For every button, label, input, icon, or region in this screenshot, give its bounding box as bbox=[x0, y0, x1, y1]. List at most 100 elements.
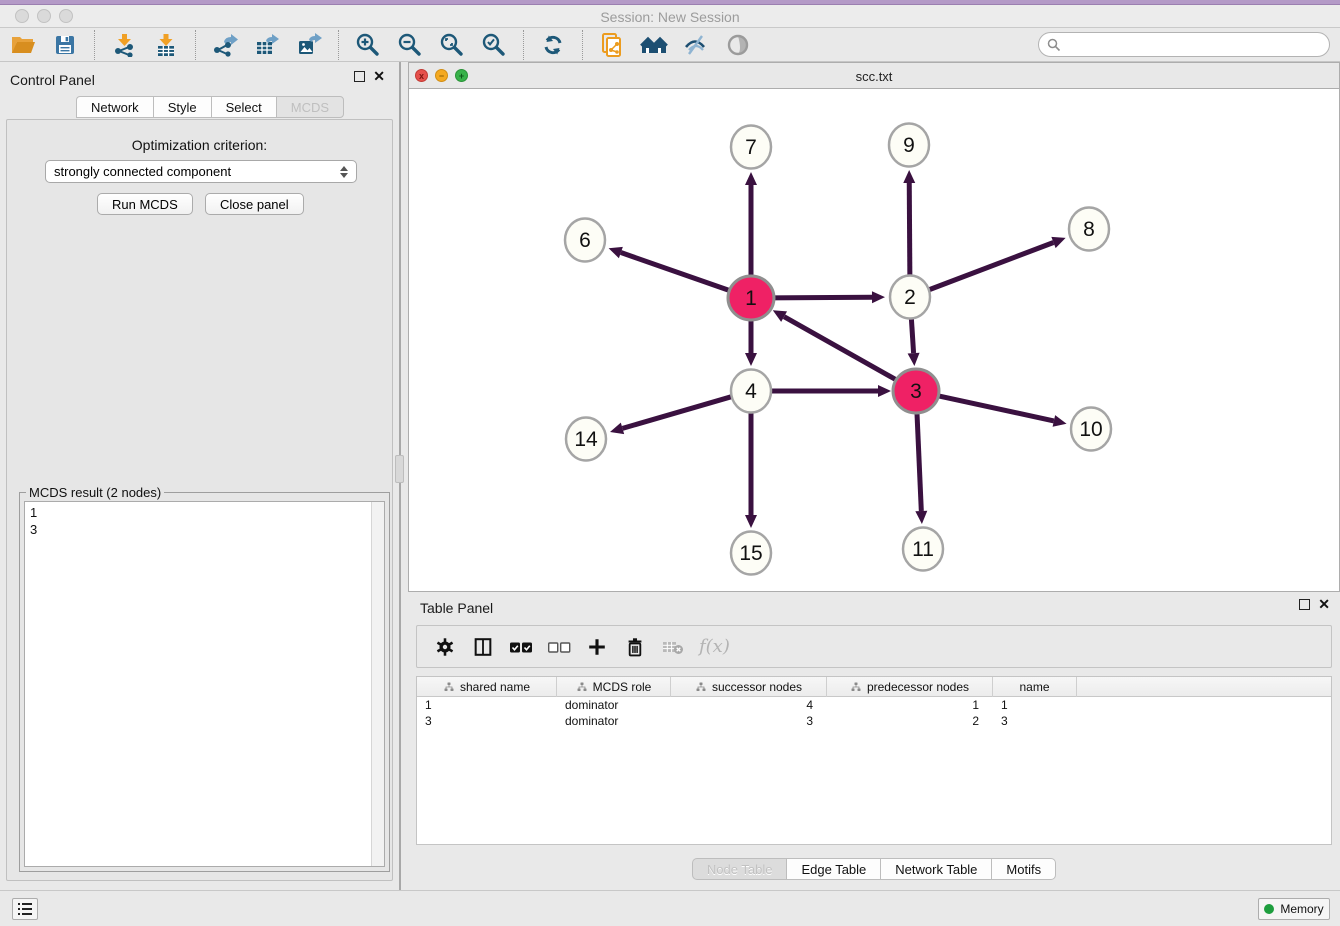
cell-predecessor-nodes[interactable]: 1 bbox=[827, 697, 993, 713]
graph-node-1[interactable]: 1 bbox=[728, 276, 774, 320]
graph-node-9[interactable]: 9 bbox=[889, 124, 929, 167]
table-settings-gear-icon[interactable] bbox=[431, 633, 459, 661]
tab-mcds[interactable]: MCDS bbox=[276, 96, 344, 118]
select-all-columns-icon[interactable] bbox=[507, 633, 535, 661]
svg-text:14: 14 bbox=[574, 428, 598, 451]
close-panel-icon[interactable]: ✕ bbox=[373, 71, 385, 82]
cell-successor-nodes[interactable]: 3 bbox=[671, 713, 827, 729]
graph-arrowhead bbox=[745, 172, 757, 185]
memory-button[interactable]: Memory bbox=[1258, 898, 1330, 920]
tab-motifs[interactable]: Motifs bbox=[991, 858, 1056, 880]
graph-node-2[interactable]: 2 bbox=[890, 276, 930, 319]
export-network-icon[interactable] bbox=[210, 31, 240, 59]
cell-name[interactable]: 3 bbox=[993, 713, 1077, 729]
graph-edge-1-6[interactable] bbox=[621, 253, 733, 292]
tab-select[interactable]: Select bbox=[211, 96, 276, 118]
tab-network[interactable]: Network bbox=[76, 96, 153, 118]
graph-edge-1-2[interactable] bbox=[770, 297, 872, 298]
delete-column-trash-icon[interactable] bbox=[621, 633, 649, 661]
node-table[interactable]: shared name MCDS role successor nodes pr… bbox=[416, 676, 1332, 845]
table-panel: Table Panel ✕ f(x) shared name MCDS bbox=[408, 595, 1340, 890]
table-row[interactable]: 1 dominator 4 1 1 bbox=[417, 697, 1331, 713]
unselect-all-columns-icon[interactable] bbox=[545, 633, 573, 661]
graph-edge-3-10[interactable] bbox=[935, 395, 1054, 421]
search-input[interactable] bbox=[1066, 37, 1329, 52]
column-header-shared-name[interactable]: shared name bbox=[417, 677, 557, 697]
graph-arrowhead bbox=[609, 247, 623, 258]
zoom-selected-icon[interactable] bbox=[479, 31, 509, 59]
cell-predecessor-nodes[interactable]: 2 bbox=[827, 713, 993, 729]
graph-arrowhead bbox=[610, 423, 624, 435]
mcds-tab-content: Optimization criterion: strongly connect… bbox=[6, 119, 393, 881]
tab-style[interactable]: Style bbox=[153, 96, 211, 118]
cell-shared-name[interactable]: 1 bbox=[417, 697, 557, 713]
show-hide-view-icon[interactable] bbox=[723, 31, 753, 59]
result-scrollbar[interactable] bbox=[371, 502, 384, 866]
function-builder-icon[interactable]: f(x) bbox=[699, 636, 730, 657]
graph-node-8[interactable]: 8 bbox=[1069, 208, 1109, 251]
float-table-panel-icon[interactable] bbox=[1299, 599, 1310, 610]
search-box[interactable] bbox=[1038, 32, 1330, 57]
first-neighbors-icon[interactable] bbox=[639, 31, 669, 59]
column-header-mcds-role[interactable]: MCDS role bbox=[557, 677, 671, 697]
graph-node-7[interactable]: 7 bbox=[731, 126, 771, 169]
graph-edge-2-8[interactable] bbox=[928, 242, 1054, 290]
graph-node-15[interactable]: 15 bbox=[731, 532, 771, 575]
close-panel-button[interactable]: Close panel bbox=[205, 193, 304, 215]
import-table-icon[interactable] bbox=[151, 31, 181, 59]
graph-node-6[interactable]: 6 bbox=[565, 219, 605, 262]
graph-edge-3-1[interactable] bbox=[784, 317, 899, 382]
float-panel-icon[interactable] bbox=[354, 71, 365, 82]
network-window-title: scc.txt bbox=[409, 69, 1339, 84]
tab-edge-table[interactable]: Edge Table bbox=[786, 858, 880, 880]
tab-network-table[interactable]: Network Table bbox=[880, 858, 991, 880]
svg-text:6: 6 bbox=[579, 229, 591, 252]
criterion-dropdown[interactable]: strongly connected component bbox=[45, 160, 357, 183]
export-table-icon[interactable] bbox=[252, 31, 282, 59]
refresh-icon[interactable] bbox=[538, 31, 568, 59]
network-graph-canvas[interactable]: 1 2 3 4 6 7 8 9 10 11 14 15 bbox=[409, 89, 1339, 591]
graph-arrowhead bbox=[878, 385, 891, 397]
graph-node-4[interactable]: 4 bbox=[731, 370, 771, 413]
graph-node-14[interactable]: 14 bbox=[566, 418, 606, 461]
splitter-handle[interactable] bbox=[395, 455, 404, 483]
dropdown-stepper-icon bbox=[340, 166, 348, 178]
graph-edge-3-11[interactable] bbox=[917, 410, 921, 511]
zoom-out-icon[interactable] bbox=[395, 31, 425, 59]
zoom-in-icon[interactable] bbox=[353, 31, 383, 59]
export-image-icon[interactable] bbox=[294, 31, 324, 59]
new-network-from-selection-icon[interactable] bbox=[597, 31, 627, 59]
cell-successor-nodes[interactable]: 4 bbox=[671, 697, 827, 713]
graph-edge-2-9[interactable] bbox=[909, 183, 910, 278]
graph-arrowhead bbox=[745, 515, 757, 528]
cell-name[interactable]: 1 bbox=[993, 697, 1077, 713]
cell-shared-name[interactable]: 3 bbox=[417, 713, 557, 729]
open-file-icon[interactable] bbox=[8, 31, 38, 59]
task-history-button[interactable] bbox=[12, 898, 38, 920]
show-column-panel-icon[interactable] bbox=[469, 633, 497, 661]
hierarchy-icon bbox=[576, 681, 588, 693]
save-session-icon[interactable] bbox=[50, 31, 80, 59]
graph-edge-4-14[interactable] bbox=[622, 396, 732, 428]
delete-table-icon-disabled[interactable] bbox=[659, 633, 687, 661]
import-network-icon[interactable] bbox=[109, 31, 139, 59]
mcds-result-area[interactable]: 1 3 bbox=[24, 501, 385, 867]
close-table-panel-icon[interactable]: ✕ bbox=[1318, 599, 1330, 610]
column-header-name[interactable]: name bbox=[993, 677, 1077, 697]
show-hide-style-icon[interactable] bbox=[681, 31, 711, 59]
graph-node-3[interactable]: 3 bbox=[893, 369, 939, 413]
zoom-fit-icon[interactable] bbox=[437, 31, 467, 59]
cell-mcds-role[interactable]: dominator bbox=[557, 697, 671, 713]
graph-edge-2-3[interactable] bbox=[911, 316, 913, 353]
graph-node-10[interactable]: 10 bbox=[1071, 408, 1111, 451]
graph-node-11[interactable]: 11 bbox=[903, 528, 943, 571]
cell-mcds-role[interactable]: dominator bbox=[557, 713, 671, 729]
tab-node-table[interactable]: Node Table bbox=[692, 858, 787, 880]
table-row[interactable]: 3 dominator 3 2 3 bbox=[417, 713, 1331, 729]
network-view-window[interactable]: x − + scc.txt 1234678910111415 bbox=[408, 62, 1340, 592]
run-mcds-button[interactable]: Run MCDS bbox=[97, 193, 193, 215]
status-bar: Memory bbox=[0, 890, 1340, 926]
create-column-plus-icon[interactable] bbox=[583, 633, 611, 661]
column-header-predecessor-nodes[interactable]: predecessor nodes bbox=[827, 677, 993, 697]
column-header-successor-nodes[interactable]: successor nodes bbox=[671, 677, 827, 697]
